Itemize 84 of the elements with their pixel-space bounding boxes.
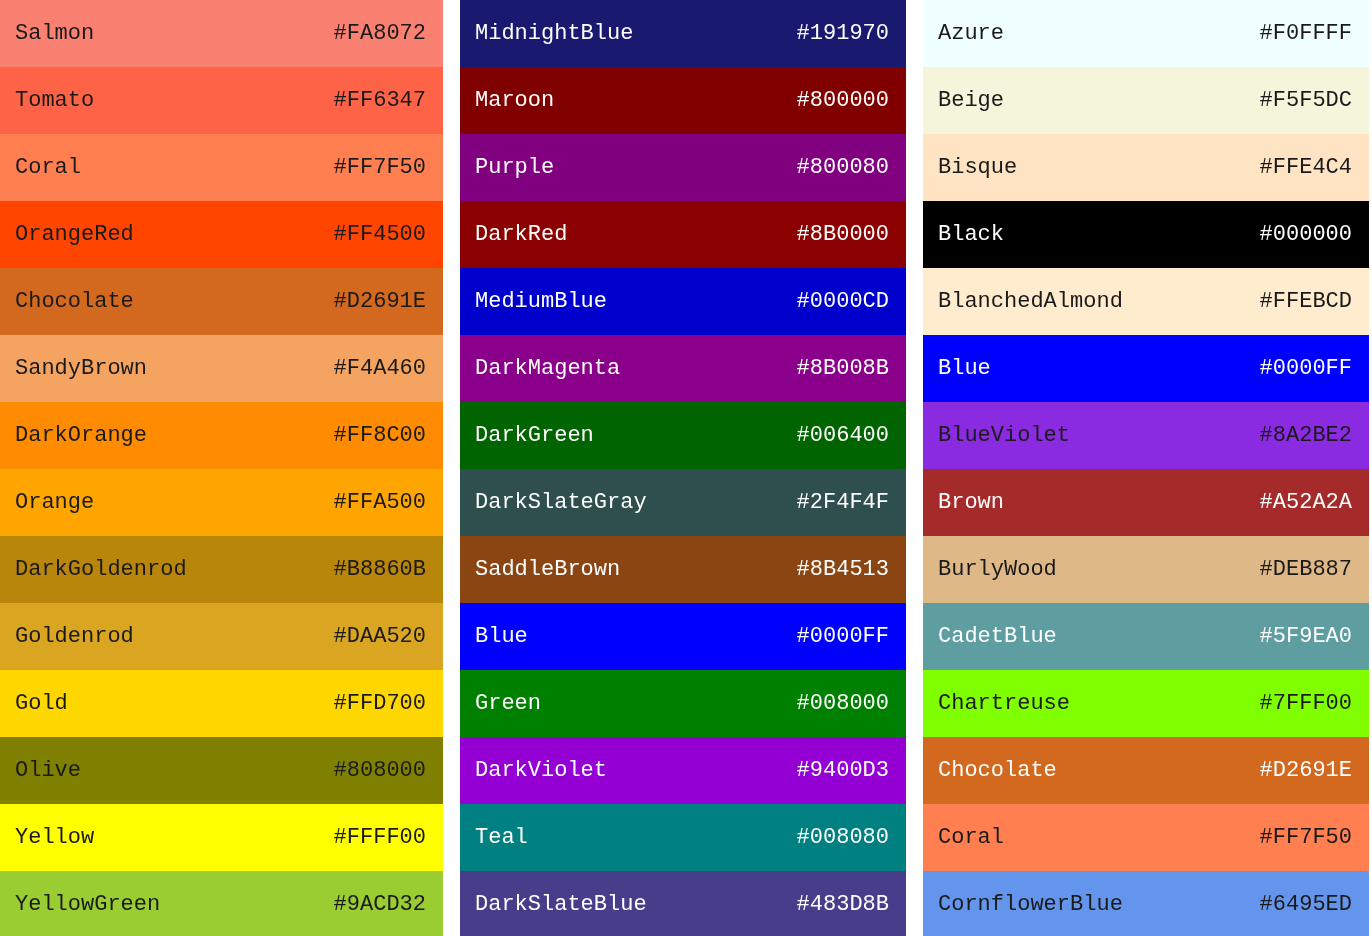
hex-code: #9400D3	[796, 758, 889, 783]
hex-code: #FF7F50	[1259, 825, 1352, 850]
hex-code: #B8860B	[333, 557, 426, 582]
hex-code: #A52A2A	[1259, 490, 1352, 515]
color-name: Purple	[475, 155, 555, 180]
hex-code: #FFA500	[333, 490, 426, 515]
hex-code: #FFD700	[333, 691, 426, 716]
hex-code: #006400	[796, 423, 889, 448]
hex-code: #FFEBCD	[1259, 289, 1352, 314]
hex-code: #5F9EA0	[1259, 624, 1352, 649]
hex-code: #008080	[796, 825, 889, 850]
color-name: Olive	[15, 758, 81, 783]
color-name: BlanchedAlmond	[938, 289, 1123, 314]
hex-code: #8B4513	[796, 557, 889, 582]
color-name: Brown	[938, 490, 1004, 515]
hex-code: #FFFF00	[333, 825, 426, 850]
color-name: Bisque	[938, 155, 1018, 180]
color-name: Blue	[475, 624, 528, 649]
color-name: Azure	[938, 21, 1004, 46]
color-name: DarkSlateGray	[475, 490, 647, 515]
hex-code: #FF4500	[333, 222, 426, 247]
color-name: MediumBlue	[475, 289, 608, 314]
color-name: Salmon	[15, 21, 95, 46]
hex-code: #FF7F50	[333, 155, 426, 180]
color-name: CornflowerBlue	[938, 892, 1123, 917]
hex-code: #8A2BE2	[1259, 423, 1352, 448]
hex-code: #0000FF	[1259, 356, 1352, 381]
hex-code: #808000	[333, 758, 426, 783]
color-name: Green	[475, 691, 541, 716]
color-name: SaddleBrown	[475, 557, 621, 582]
color-name: CadetBlue	[938, 624, 1057, 649]
color-name: DarkOrange	[15, 423, 148, 448]
hex-code: #F5F5DC	[1259, 88, 1352, 113]
hex-code: #FF8C00	[333, 423, 426, 448]
hex-code: #2F4F4F	[796, 490, 889, 515]
color-name: Tomato	[15, 88, 95, 113]
hex-code: #F4A460	[333, 356, 426, 381]
hex-code: #DAA520	[333, 624, 426, 649]
color-name: Maroon	[475, 88, 555, 113]
color-name: Coral	[938, 825, 1004, 850]
color-name: Coral	[15, 155, 81, 180]
hex-code: #000000	[1259, 222, 1352, 247]
color-name: DarkGoldenrod	[15, 557, 187, 582]
color-name: Gold	[15, 691, 68, 716]
color-name: DarkRed	[475, 222, 568, 247]
color-name: Chocolate	[938, 758, 1057, 783]
color-name: DarkMagenta	[475, 356, 621, 381]
color-name: MidnightBlue	[475, 21, 634, 46]
color-name: DarkSlateBlue	[475, 892, 647, 917]
hex-code: #D2691E	[333, 289, 426, 314]
hex-code: #0000FF	[796, 624, 889, 649]
color-name: SandyBrown	[15, 356, 148, 381]
hex-code: #DEB887	[1259, 557, 1352, 582]
hex-code: #800000	[796, 88, 889, 113]
color-name: Yellow	[15, 825, 95, 850]
color-name: BlueViolet	[938, 423, 1071, 448]
color-name: Black	[938, 222, 1004, 247]
hex-code: #F0FFFF	[1259, 21, 1352, 46]
hex-code: #8B008B	[796, 356, 889, 381]
color-name: Goldenrod	[15, 624, 134, 649]
hex-code: #FF6347	[333, 88, 426, 113]
hex-code: #9ACD32	[333, 892, 426, 917]
hex-code: #6495ED	[1259, 892, 1352, 917]
color-name: Chartreuse	[938, 691, 1071, 716]
hex-code: #191970	[796, 21, 889, 46]
color-name: OrangeRed	[15, 222, 134, 247]
color-name: Chocolate	[15, 289, 134, 314]
color-name: Orange	[15, 490, 95, 515]
color-name: Beige	[938, 88, 1004, 113]
color-name: Blue	[938, 356, 991, 381]
color-name: DarkViolet	[475, 758, 608, 783]
hex-code: #D2691E	[1259, 758, 1352, 783]
hex-code: #FFE4C4	[1259, 155, 1352, 180]
hex-code: #0000CD	[796, 289, 889, 314]
hex-code: #800080	[796, 155, 889, 180]
hex-code: #7FFF00	[1259, 691, 1352, 716]
hex-code: #FA8072	[333, 21, 426, 46]
color-name: Teal	[475, 825, 528, 850]
color-name: BurlyWood	[938, 557, 1057, 582]
color-name: YellowGreen	[15, 892, 161, 917]
hex-code: #008000	[796, 691, 889, 716]
hex-code: #8B0000	[796, 222, 889, 247]
color-name: DarkGreen	[475, 423, 594, 448]
hex-code: #483D8B	[796, 892, 889, 917]
